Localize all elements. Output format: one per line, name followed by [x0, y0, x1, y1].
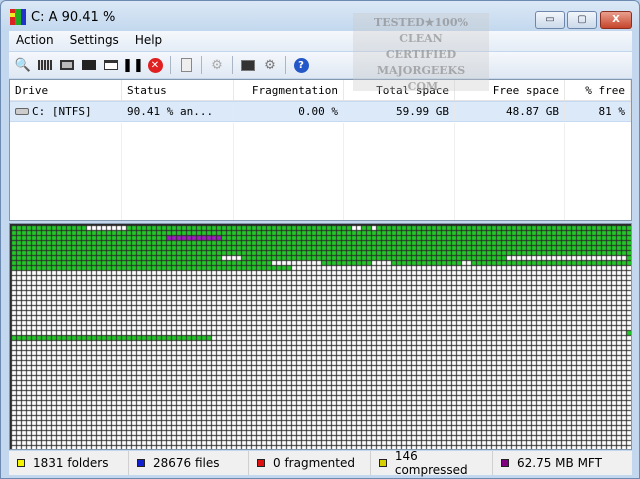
legend-folders: 1831 folders: [9, 451, 129, 475]
gear-icon[interactable]: ⚙: [206, 54, 228, 76]
drive-list: Drive Status Fragmentation Total space F…: [9, 79, 632, 221]
status-cell: 90.41 % an...: [122, 102, 234, 121]
scheduler-icon[interactable]: ⚙: [259, 54, 281, 76]
separator: [232, 56, 233, 74]
watermark-logo: TESTED★100% CLEAN CERTIFIED MAJORGEEKS .COM: [353, 13, 489, 93]
menu-bar: Action Settings Help: [9, 31, 632, 51]
drive-cell: C: [NTFS]: [10, 102, 122, 121]
status-bar: 1831 folders 28676 files 0 fragmented 14…: [9, 449, 632, 477]
menu-action[interactable]: Action: [9, 31, 61, 49]
console-icon[interactable]: [237, 54, 259, 76]
free-space-cell: 48.87 GB: [455, 102, 565, 121]
folders-swatch: [17, 459, 25, 467]
defrag-icon[interactable]: [56, 54, 78, 76]
header-pct-free[interactable]: % free: [565, 80, 631, 100]
header-fragmentation[interactable]: Fragmentation: [234, 80, 344, 100]
total-space-cell: 59.99 GB: [344, 102, 455, 121]
dark-panel-icon[interactable]: [78, 54, 100, 76]
analyze-icon[interactable]: [34, 54, 56, 76]
files-swatch: [137, 459, 145, 467]
legend-compressed: 146 compressed: [371, 449, 493, 477]
menu-help[interactable]: Help: [128, 31, 169, 49]
header-status[interactable]: Status: [122, 80, 234, 100]
window-title: C: A 90.41 %: [31, 10, 116, 25]
report-icon[interactable]: [175, 54, 197, 76]
legend-label: 62.75 MB MFT: [517, 456, 602, 470]
legend-files: 28676 files: [129, 451, 249, 475]
app-window: C: A 90.41 % TESTED★100% CLEAN CERTIFIED M…: [0, 0, 640, 479]
legend-label: 1831 folders: [33, 456, 109, 470]
help-icon[interactable]: ?: [290, 54, 312, 76]
compressed-swatch: [379, 459, 387, 467]
pause-icon[interactable]: ❚❚: [122, 54, 144, 76]
drive-icon: [15, 108, 29, 115]
close-button[interactable]: X: [600, 11, 632, 29]
table-row[interactable]: C: [NTFS] 90.41 % an... 0.00 % 59.99 GB …: [10, 101, 631, 122]
cluster-map-canvas: [10, 224, 631, 449]
list-header: Drive Status Fragmentation Total space F…: [10, 80, 631, 101]
separator: [170, 56, 171, 74]
fragmentation-cell: 0.00 %: [234, 102, 344, 121]
separator: [201, 56, 202, 74]
minimize-button[interactable]: ▭: [535, 11, 565, 29]
app-icon: [10, 9, 26, 25]
pct-free-cell: 81 %: [565, 102, 631, 121]
legend-fragmented: 0 fragmented: [249, 451, 371, 475]
menu-settings[interactable]: Settings: [63, 31, 126, 49]
toolbar: 🔍 ❚❚ ✕ ⚙ ⚙ ?: [9, 52, 632, 78]
legend-label: 0 fragmented: [273, 456, 355, 470]
header-drive[interactable]: Drive: [10, 80, 122, 100]
mft-swatch: [501, 459, 509, 467]
separator: [285, 56, 286, 74]
search-icon[interactable]: 🔍: [12, 54, 34, 76]
title-bar[interactable]: C: A 90.41 % TESTED★100% CLEAN CERTIFIED M…: [1, 1, 639, 93]
fragmented-swatch: [257, 459, 265, 467]
drive-name: C: [NTFS]: [32, 105, 92, 118]
legend-label: 146 compressed: [394, 449, 468, 477]
cluster-map: [9, 223, 632, 450]
stop-icon[interactable]: ✕: [144, 54, 166, 76]
legend-label: 28676 files: [153, 456, 220, 470]
legend-mft: 62.75 MB MFT: [493, 451, 632, 475]
maximize-button[interactable]: ▢: [567, 11, 597, 29]
window-icon[interactable]: [100, 54, 122, 76]
